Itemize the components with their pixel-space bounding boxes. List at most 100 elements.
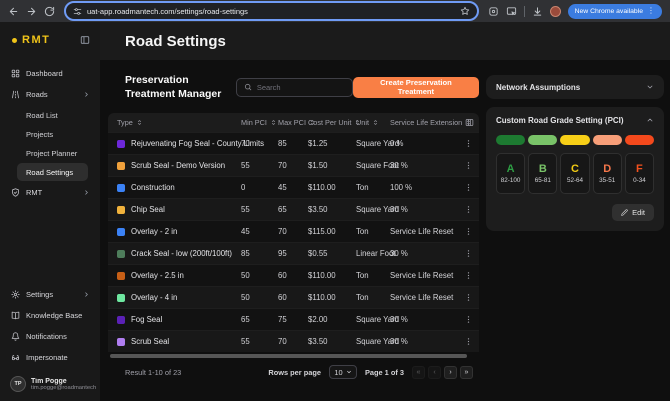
- sidebar-item-dashboard[interactable]: Dashboard: [0, 63, 100, 84]
- shield-check-icon: [11, 188, 20, 197]
- row-menu-icon[interactable]: [464, 315, 479, 324]
- chevron-right-icon: [83, 291, 90, 298]
- table-row[interactable]: Fog Seal 65 75 $2.00 Square Yard 30 %: [108, 308, 479, 330]
- treatment-color-swatch: [117, 294, 125, 302]
- sidebar-item-label: Impersonate: [26, 353, 68, 362]
- sidebar-item-label: Settings: [26, 290, 53, 299]
- min-pci-value: 70: [241, 139, 278, 148]
- row-menu-icon[interactable]: [464, 183, 479, 192]
- bookmark-star-icon[interactable]: [460, 6, 470, 16]
- grade-setting-header[interactable]: Custom Road Grade Setting (PCI): [496, 107, 654, 133]
- service-life-extension-value: Service Life Reset: [390, 293, 464, 302]
- app-logo: RMT: [22, 34, 50, 46]
- create-preservation-treatment-button[interactable]: Create Preservation Treatment: [353, 77, 479, 98]
- forward-icon[interactable]: [26, 6, 37, 17]
- chevron-up-icon[interactable]: [646, 116, 654, 124]
- sub-item-label: Road Settings: [26, 168, 73, 177]
- table-row[interactable]: Chip Seal 55 65 $3.50 Square Yard 30 %: [108, 198, 479, 220]
- max-pci-value: 45: [278, 183, 308, 192]
- edit-grades-button[interactable]: Edit: [612, 204, 654, 221]
- horizontal-scrollbar[interactable]: [110, 354, 467, 358]
- row-menu-icon[interactable]: [464, 139, 479, 148]
- next-page-button[interactable]: ›: [444, 366, 457, 379]
- row-menu-icon[interactable]: [464, 293, 479, 302]
- row-menu-icon[interactable]: [464, 271, 479, 280]
- row-menu-icon[interactable]: [464, 227, 479, 236]
- treatment-toolbar: Preservation Treatment Manager Create Pr…: [125, 73, 479, 101]
- url-bar[interactable]: uat-app.roadmantech.com/settings/road-se…: [66, 3, 477, 19]
- sidebar-item-projects[interactable]: Projects: [17, 125, 88, 143]
- extensions-icon[interactable]: [488, 6, 499, 17]
- search-input[interactable]: [257, 83, 345, 92]
- sidebar-item-project-planner[interactable]: Project Planner: [17, 144, 88, 162]
- book-icon: [11, 311, 20, 320]
- column-header-max-pci[interactable]: Max PCI: [278, 118, 308, 127]
- site-settings-icon[interactable]: [73, 7, 82, 16]
- table-row[interactable]: Overlay - 2.5 in 50 60 $110.00 Ton Servi…: [108, 264, 479, 286]
- chrome-menu-icon[interactable]: ⋮: [647, 7, 655, 15]
- row-menu-icon[interactable]: [464, 205, 479, 214]
- profile-avatar[interactable]: [550, 6, 561, 17]
- sort-icon[interactable]: [270, 119, 277, 126]
- bell-icon: [11, 332, 20, 341]
- table-row[interactable]: Construction 0 45 $110.00 Ton 100 %: [108, 176, 479, 198]
- pencil-icon: [621, 209, 628, 216]
- sidebar-collapse-icon[interactable]: [80, 35, 90, 45]
- column-settings-icon[interactable]: [465, 118, 474, 127]
- sidebar-item-knowledge-base[interactable]: Knowledge Base: [0, 305, 100, 326]
- treatment-color-swatch: [117, 228, 125, 236]
- network-assumptions-card[interactable]: Network Assumptions: [486, 75, 664, 99]
- sidebar-item-notifications[interactable]: Notifications: [0, 326, 100, 347]
- cost-per-unit-value: $1.25: [308, 139, 356, 148]
- min-pci-value: 50: [241, 293, 278, 302]
- first-page-button[interactable]: «: [412, 366, 425, 379]
- last-page-button[interactable]: »: [460, 366, 473, 379]
- service-life-extension-value: Service Life Reset: [390, 271, 464, 280]
- column-header-type[interactable]: Type: [117, 118, 241, 127]
- max-pci-value: 75: [278, 315, 308, 324]
- sort-icon[interactable]: [136, 119, 143, 126]
- column-header-service-life-extension[interactable]: Service Life Extension: [390, 118, 464, 127]
- table-row[interactable]: Overlay - 2 in 45 70 $115.00 Ton Service…: [108, 220, 479, 242]
- treatment-name: Scrub Seal: [131, 337, 169, 346]
- grade-letter: A: [507, 163, 515, 175]
- table-row[interactable]: Rejuvenating Fog Seal - County Limits 70…: [108, 132, 479, 154]
- download-icon[interactable]: [532, 6, 543, 17]
- sort-icon[interactable]: [372, 119, 379, 126]
- back-icon[interactable]: [8, 6, 19, 17]
- row-menu-icon[interactable]: [464, 249, 479, 258]
- sidebar-item-impersonate[interactable]: Impersonate: [0, 347, 100, 368]
- url-text[interactable]: uat-app.roadmantech.com/settings/road-se…: [87, 7, 455, 16]
- reload-icon[interactable]: [44, 6, 55, 17]
- grade-box-row: A82-100B65-81C52-64D35-51F0-34: [496, 153, 654, 194]
- side-panel-icon[interactable]: [506, 6, 517, 17]
- table-row[interactable]: Overlay - 4 in 50 60 $110.00 Ton Service…: [108, 286, 479, 308]
- rows-per-page-label: Rows per page: [268, 368, 321, 377]
- table-row[interactable]: Scrub Seal 55 70 $3.50 Square Yard 30 %: [108, 330, 479, 352]
- column-header-min-pci[interactable]: Min PCI: [241, 118, 278, 127]
- impersonate-glasses-icon: [11, 353, 20, 362]
- sidebar-item-road-settings[interactable]: Road Settings: [17, 163, 88, 181]
- sidebar-item-settings[interactable]: Settings: [0, 284, 100, 305]
- chrome-update-pill[interactable]: New Chrome available ⋮: [568, 4, 662, 19]
- prev-page-button[interactable]: ‹: [428, 366, 441, 379]
- sidebar-item-rmt[interactable]: RMT: [0, 182, 100, 203]
- sidebar-item-road-list[interactable]: Road List: [17, 106, 88, 124]
- column-header-cost-per-unit[interactable]: Cost Per Unit: [308, 118, 356, 127]
- search-box[interactable]: [236, 78, 353, 97]
- pagination: « ‹ › »: [412, 366, 473, 379]
- row-menu-icon[interactable]: [464, 161, 479, 170]
- chrome-update-label: New Chrome available: [575, 8, 643, 15]
- sidebar-item-roads[interactable]: Roads: [0, 84, 100, 105]
- chevron-down-icon[interactable]: [646, 83, 654, 91]
- rows-per-page-select[interactable]: 10: [329, 365, 357, 379]
- row-menu-icon[interactable]: [464, 337, 479, 346]
- grade-letter: C: [571, 163, 579, 175]
- browser-toolbar: uat-app.roadmantech.com/settings/road-se…: [0, 0, 670, 22]
- table-row[interactable]: Crack Seal - low (200ft/100ft) 85 95 $0.…: [108, 242, 479, 264]
- column-header-unit[interactable]: Unit: [356, 118, 390, 127]
- user-menu[interactable]: TP Tim Pogge tim.pogge@roadmantech.com: [10, 376, 96, 392]
- road-icon: [11, 90, 20, 99]
- network-assumptions-title: Network Assumptions: [496, 83, 580, 92]
- table-row[interactable]: Scrub Seal - Demo Version 55 70 $1.50 Sq…: [108, 154, 479, 176]
